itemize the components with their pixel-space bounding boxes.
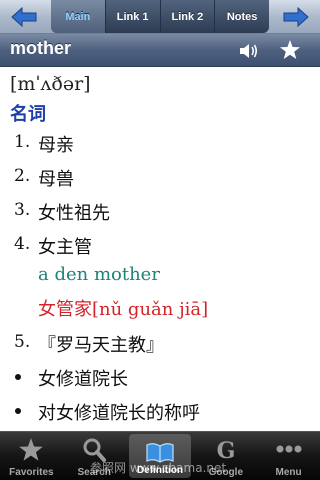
- book-icon: [146, 443, 174, 463]
- example-chinese: 女管家[nǔ guǎn jiā]: [0, 294, 320, 322]
- definition-item: 2. 母兽: [0, 163, 320, 191]
- example-chinese-text: 女管家[nǔ guǎn jiā]: [38, 299, 209, 320]
- definition-text: 『罗马天主教』: [38, 335, 164, 356]
- definition-number: 5.: [14, 332, 31, 352]
- tab-link-2[interactable]: Link 2: [159, 0, 215, 33]
- headword: mother: [10, 38, 72, 58]
- definition-text: 女主管: [38, 237, 92, 258]
- tab-label: Menu: [275, 467, 302, 478]
- bullet-item: 对女修道院长的称呼: [0, 397, 320, 425]
- svg-text:G: G: [216, 438, 235, 463]
- tab-notes[interactable]: Notes: [214, 0, 269, 33]
- definition-item: 3. 女性祖先: [0, 197, 320, 225]
- word-header: mother: [0, 34, 320, 67]
- definition-text: 母亲: [38, 135, 74, 156]
- arrow-right-icon: [283, 7, 309, 27]
- bullet-text: 女修道院长: [38, 369, 128, 390]
- definition-text: 母兽: [38, 169, 74, 190]
- part-of-speech: 名词: [10, 104, 46, 125]
- phonetic: [mˈʌðər]: [10, 73, 91, 95]
- definition-item: 4. 女主管: [0, 231, 320, 259]
- tab-main[interactable]: Main: [51, 0, 105, 33]
- definition-content: [mˈʌðər] 名词 1. 母亲 2. 母兽 3. 女性祖先 4. 女主管 a…: [0, 67, 320, 431]
- tab-definition[interactable]: Definition: [128, 434, 192, 478]
- tab-label: Favorites: [9, 467, 54, 478]
- top-navigation-bar: Main Link 1 Link 2 Notes: [0, 0, 320, 34]
- example-english-text: a den mother: [38, 264, 160, 285]
- link-tabs: Main Link 1 Link 2 Notes: [51, 0, 269, 33]
- definition-item: 5. 『罗马天主教』: [0, 329, 320, 357]
- bottom-tab-bar: Favorites Search Definition G Google Men…: [0, 431, 320, 480]
- definition-number: 4.: [14, 234, 31, 254]
- tab-label: Google: [208, 467, 244, 478]
- bullet-icon: [15, 374, 21, 380]
- tab-search[interactable]: Search: [63, 432, 126, 480]
- example-english: a den mother: [0, 263, 320, 291]
- definition-item: 1. 母亲: [0, 129, 320, 157]
- speaker-icon[interactable]: [238, 41, 260, 61]
- definition-number: 2.: [14, 166, 31, 186]
- tab-label: Search: [77, 467, 111, 478]
- bullet-text: 对女修道院长的称呼: [38, 403, 200, 424]
- bullet-item: 女修道院长: [0, 363, 320, 391]
- arrow-left-icon: [11, 7, 37, 27]
- tab-menu[interactable]: Menu: [257, 432, 320, 480]
- definition-number: 1.: [14, 132, 31, 152]
- tab-favorites[interactable]: Favorites: [0, 432, 63, 480]
- tab-link-1[interactable]: Link 1: [104, 0, 160, 33]
- back-button[interactable]: [10, 5, 38, 29]
- magnifier-icon: [83, 438, 107, 462]
- forward-button[interactable]: [282, 5, 310, 29]
- google-g-icon: G: [216, 438, 235, 463]
- star-icon: [19, 438, 44, 461]
- bullet-icon: [15, 408, 21, 414]
- favorite-star-icon[interactable]: [279, 39, 301, 61]
- more-dots-icon: [276, 445, 302, 453]
- tab-google[interactable]: G Google: [194, 432, 257, 480]
- definition-text: 女性祖先: [38, 203, 110, 224]
- definition-number: 3.: [14, 200, 31, 220]
- tab-label: Definition: [136, 465, 184, 476]
